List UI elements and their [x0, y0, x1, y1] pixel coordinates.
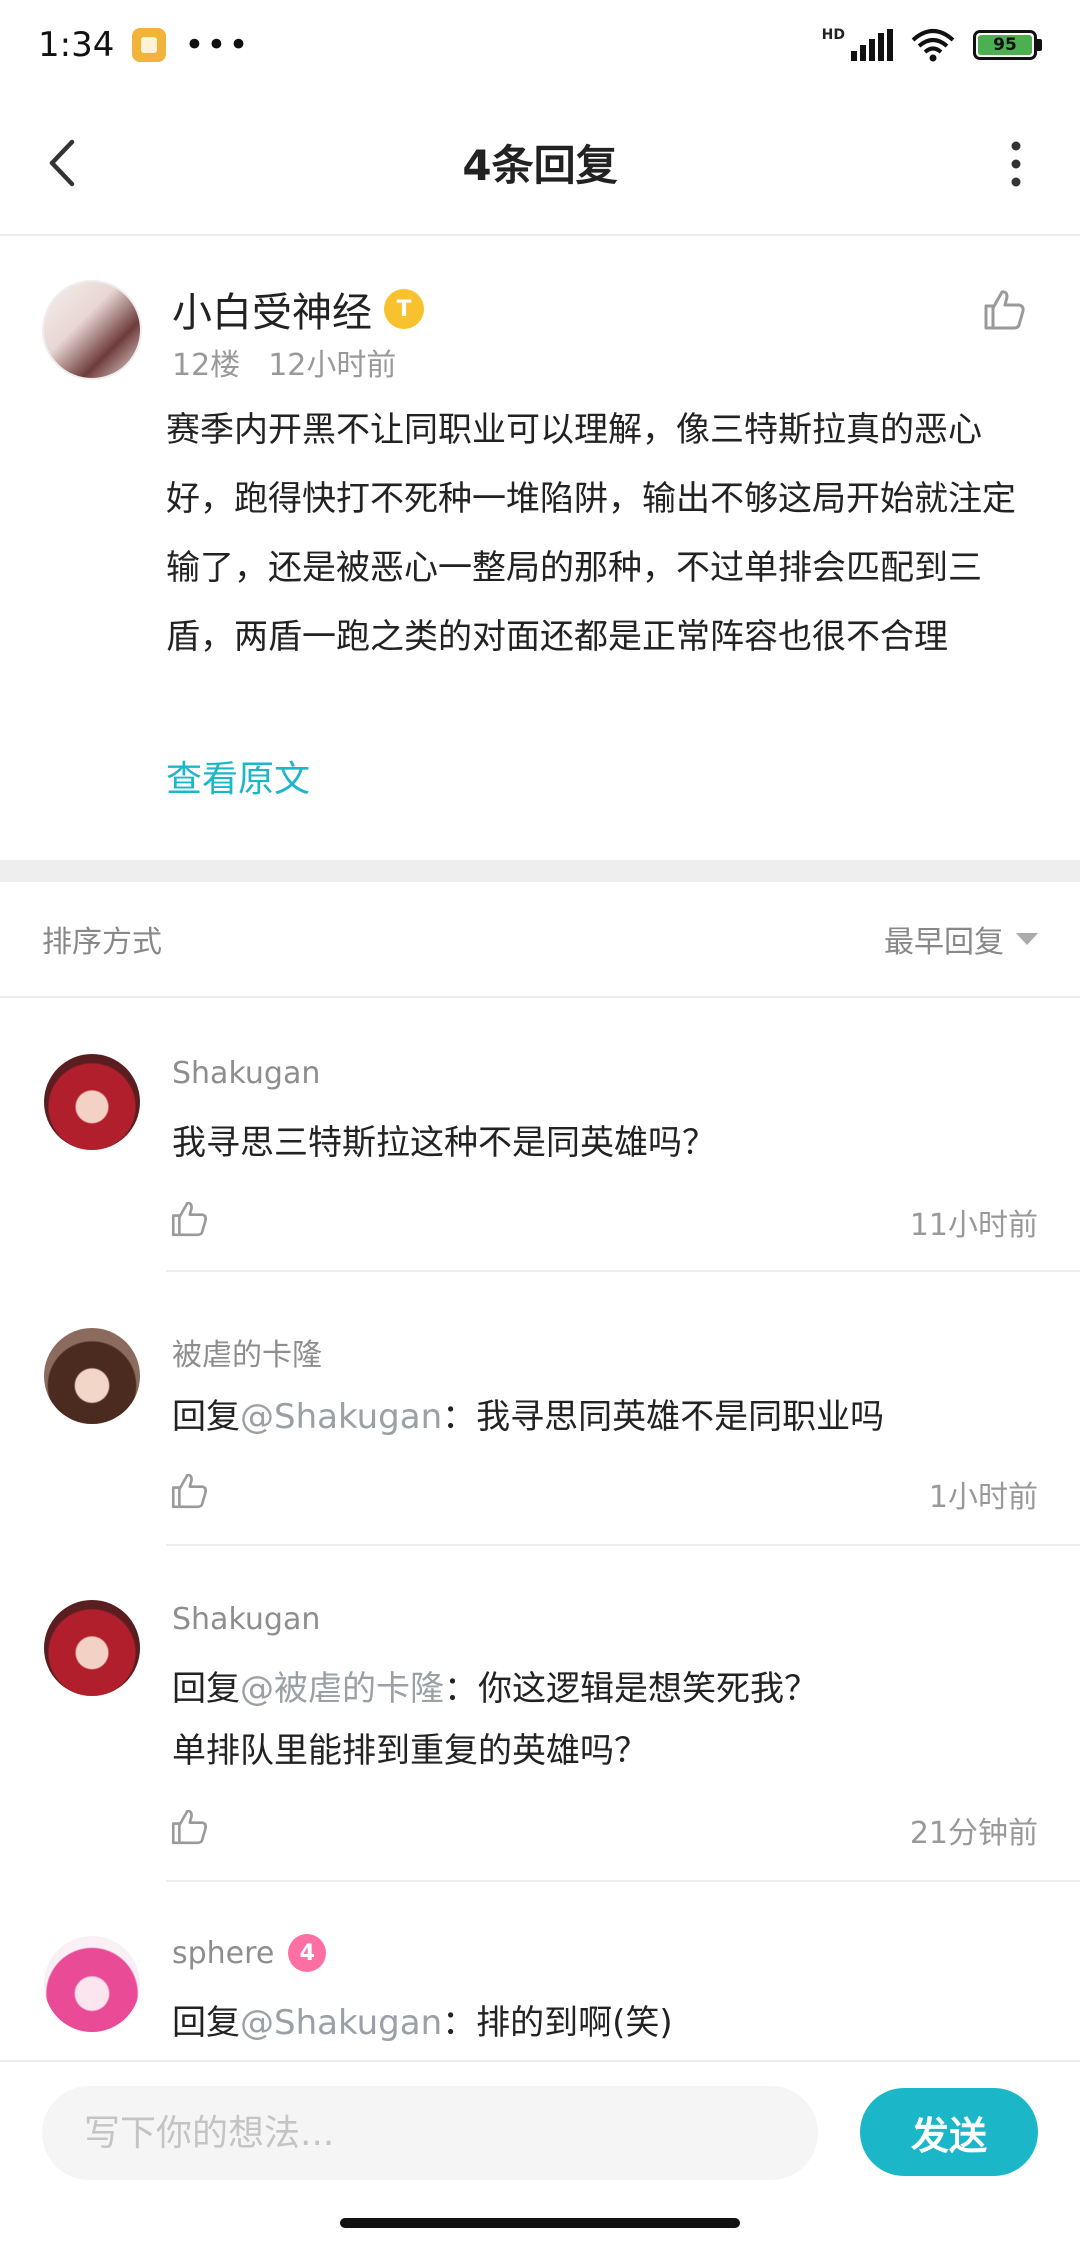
sort-label: 排序方式: [42, 925, 162, 960]
hd-badge: HD: [821, 27, 845, 43]
mention-link[interactable]: @Shakugan: [240, 1397, 442, 1437]
sort-bar: 排序方式 最早回复: [0, 882, 1080, 998]
reply-text: 回复@Shakugan：排的到啊(笑): [172, 1992, 1032, 2054]
more-options-icon[interactable]: [1008, 140, 1024, 188]
reply-author[interactable]: sphere 4: [172, 1934, 327, 1972]
list-item: Shakugan 回复@被虐的卡隆：你这逻辑是想笑死我？ 单排队里能排到重复的英…: [0, 1546, 1080, 1882]
sort-value: 最早回复: [884, 925, 1004, 960]
avatar[interactable]: [44, 1936, 140, 2032]
back-icon[interactable]: [40, 138, 90, 188]
reply-prefix: 回复: [172, 1669, 240, 1709]
comment-bar: 发送: [0, 2060, 1080, 2210]
send-button[interactable]: 发送: [860, 2088, 1038, 2176]
header: 4条回复: [0, 90, 1080, 236]
reply-text: 回复@被虐的卡隆：你这逻辑是想笑死我？ 单排队里能排到重复的英雄吗？: [172, 1658, 1032, 1782]
mention-link[interactable]: @被虐的卡隆: [240, 1669, 444, 1709]
author-name: 小白受神经: [172, 290, 372, 336]
caret-down-icon: [1016, 933, 1038, 945]
sort-dropdown[interactable]: 最早回复: [884, 917, 1038, 961]
reply-content-line2: 单排队里能排到重复的英雄吗？: [172, 1731, 648, 1771]
notification-icon: [132, 28, 167, 62]
avatar[interactable]: [44, 1328, 140, 1424]
reply-prefix: 回复: [172, 2003, 240, 2043]
wifi-icon: [911, 29, 955, 62]
view-original-link[interactable]: 查看原文: [166, 750, 310, 802]
reply-time: 21分钟前: [909, 1816, 1038, 1851]
original-post: 小白受神经 T 12楼 12小时前 赛季内开黑不让同职业可以理解，像三特斯拉真的…: [0, 236, 1080, 860]
status-icons: HD 95: [821, 27, 1042, 62]
post-body: 赛季内开黑不让同职业可以理解，像三特斯拉真的恶心好，跑得快打不死种一堆陷阱，输出…: [166, 410, 1016, 657]
section-divider: [0, 860, 1080, 882]
reply-content: ：我寻思同英雄不是同职业吗: [442, 1397, 885, 1437]
comment-input[interactable]: [42, 2086, 818, 2180]
like-icon[interactable]: [168, 1806, 210, 1848]
page-title: 4条回复: [462, 140, 618, 190]
status-bar: 1:34 ••• HD 95: [0, 0, 1080, 90]
author-name: Shakugan: [172, 1602, 321, 1637]
post-time: 12小时前: [268, 348, 397, 383]
post-author[interactable]: 小白受神经 T: [172, 280, 424, 338]
battery-icon: 95: [973, 30, 1042, 60]
post-meta: 12楼 12小时前: [172, 340, 396, 384]
battery-level: 95: [978, 35, 1032, 55]
like-icon[interactable]: [168, 1198, 210, 1240]
reply-time: 1小时前: [928, 1480, 1038, 1515]
like-icon[interactable]: [168, 1470, 210, 1512]
avatar[interactable]: [42, 280, 142, 380]
author-name: Shakugan: [172, 1056, 321, 1091]
home-indicator[interactable]: [340, 2218, 740, 2228]
user-level-badge: 4: [288, 1934, 327, 1972]
floor-number: 12楼: [172, 348, 241, 383]
user-level-badge: T: [384, 289, 424, 329]
author-name: 被虐的卡隆: [172, 1338, 322, 1373]
list-item: 被虐的卡隆 回复@Shakugan：我寻思同英雄不是同职业吗 1小时前: [0, 1272, 1080, 1546]
reply-text: 回复@Shakugan：我寻思同英雄不是同职业吗: [172, 1386, 1032, 1448]
mention-link[interactable]: @Shakugan: [240, 2003, 442, 2043]
reply-content: 我寻思三特斯拉这种不是同英雄吗？: [172, 1123, 716, 1163]
reply-author[interactable]: Shakugan: [172, 1056, 320, 1091]
reply-time: 11小时前: [909, 1208, 1038, 1243]
signal-icon: [851, 29, 893, 61]
author-name: sphere: [172, 1935, 275, 1971]
reply-author[interactable]: Shakugan: [172, 1602, 320, 1637]
reply-prefix: 回复: [172, 1397, 240, 1437]
avatar[interactable]: [44, 1054, 140, 1150]
reply-author[interactable]: 被虐的卡隆: [172, 1330, 322, 1374]
status-time: 1:34: [38, 25, 115, 65]
more-notifications-icon: •••: [184, 25, 251, 65]
reply-content: ：你这逻辑是想笑死我？: [444, 1669, 818, 1709]
avatar[interactable]: [44, 1600, 140, 1696]
reply-content: ：排的到啊(笑): [442, 2003, 673, 2043]
like-icon[interactable]: [980, 286, 1028, 334]
reply-text: 我寻思三特斯拉这种不是同英雄吗？: [172, 1112, 1032, 1174]
list-item: Shakugan 我寻思三特斯拉这种不是同英雄吗？ 11小时前: [0, 1000, 1080, 1272]
list-item: sphere 4 回复@Shakugan：排的到啊(笑): [0, 1882, 1080, 2060]
